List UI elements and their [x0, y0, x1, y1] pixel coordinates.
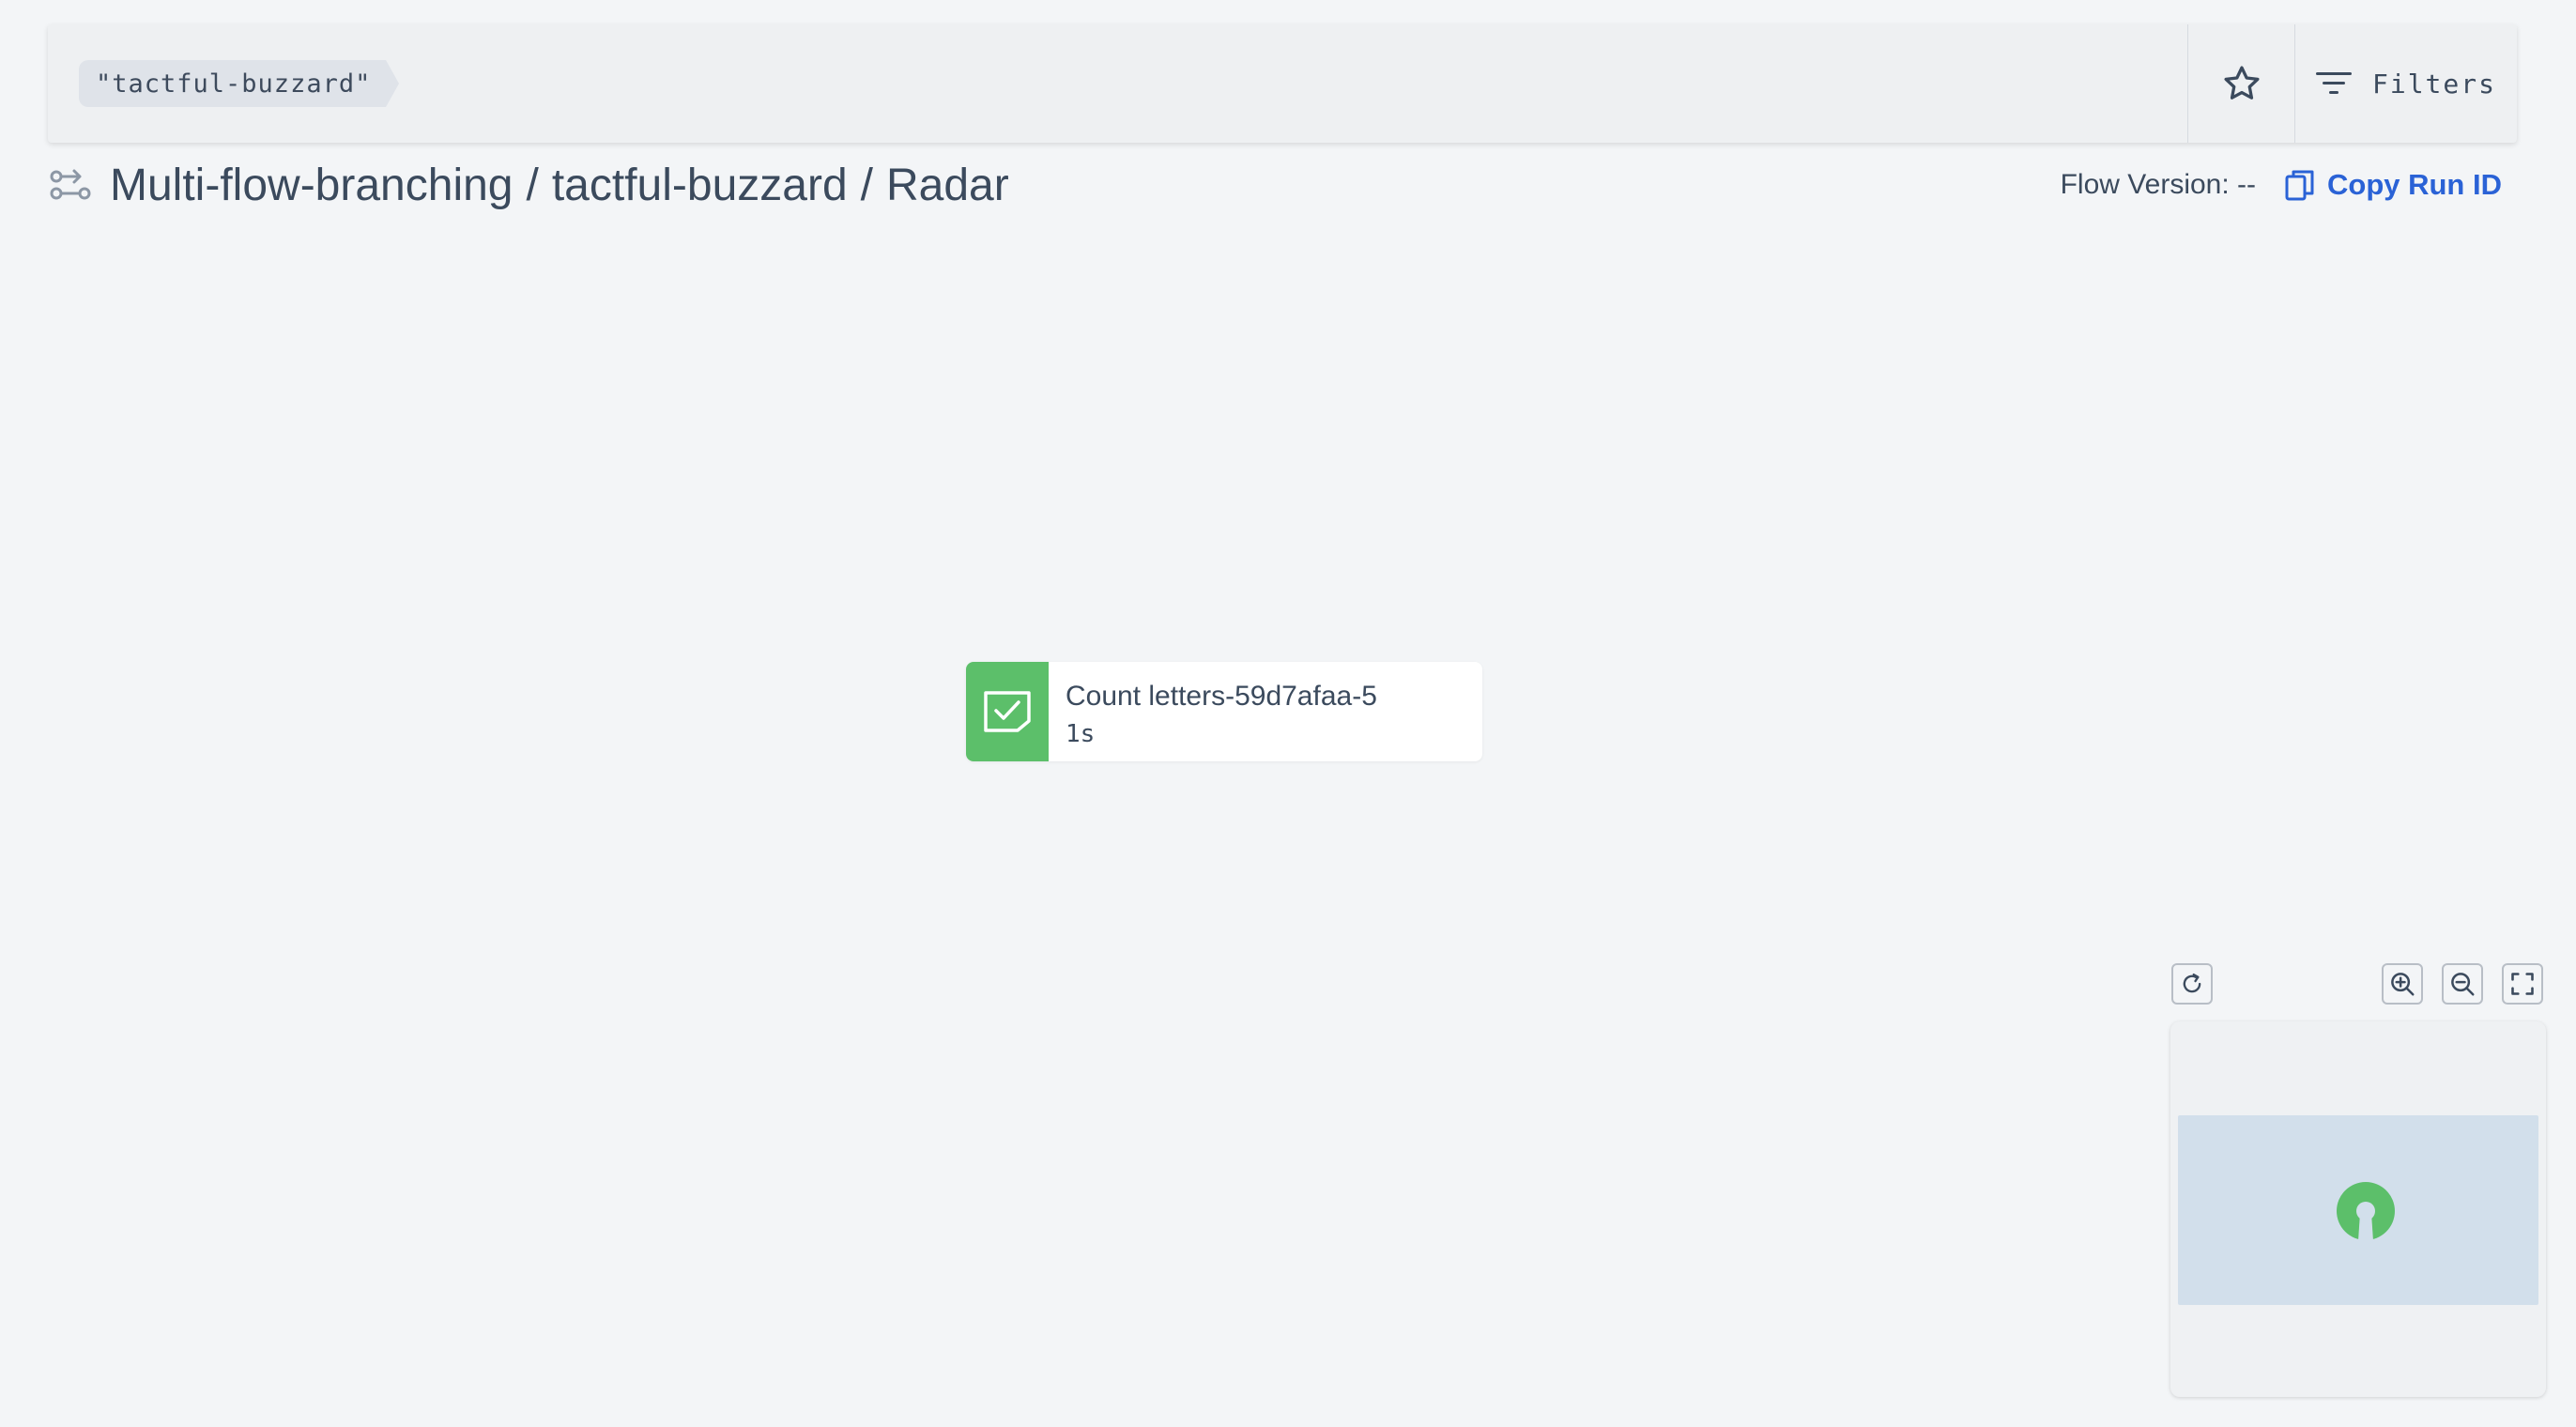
search-chip[interactable]: "tactful-buzzard"	[79, 60, 400, 107]
node-duration: 1s	[1066, 720, 1096, 748]
zoom-out-icon	[2451, 973, 2475, 996]
flow-run-icon	[50, 169, 91, 200]
recenter-button[interactable]	[2171, 963, 2213, 1005]
page-header: Multi-flow-branching / tactful-buzzard /…	[48, 152, 2517, 218]
zoom-in-button[interactable]	[2382, 963, 2423, 1005]
task-run-node[interactable]: Count letters-59d7afaa-5 1s	[966, 662, 1482, 761]
breadcrumb-run[interactable]: tactful-buzzard	[552, 160, 848, 211]
node-title: Count letters-59d7afaa-5	[1066, 681, 1377, 712]
node-status-indicator	[966, 662, 1049, 761]
minimap-viewport[interactable]	[2178, 1115, 2538, 1305]
flow-version: Flow Version: --	[2060, 169, 2256, 200]
search-area[interactable]: "tactful-buzzard"	[48, 24, 2187, 143]
star-icon	[2223, 66, 2260, 100]
fullscreen-button[interactable]	[2502, 963, 2543, 1005]
breadcrumb-view: Radar	[886, 160, 1009, 210]
copy-icon	[2285, 170, 2314, 201]
node-body: Count letters-59d7afaa-5 1s	[1049, 662, 1377, 761]
breadcrumb-flow[interactable]: Multi-flow-branching	[110, 160, 514, 211]
copy-run-id-label: Copy Run ID	[2327, 168, 2502, 201]
breadcrumb-separator: /	[526, 160, 539, 210]
filter-lines-icon	[2315, 72, 2352, 94]
minimap-node-icon	[2337, 1182, 2395, 1241]
check-task-icon	[984, 691, 1031, 732]
copy-run-id-button[interactable]: Copy Run ID	[2284, 168, 2502, 202]
breadcrumb: Multi-flow-branching / tactful-buzzard /…	[110, 160, 1009, 211]
search-bar: "tactful-buzzard" Filters	[48, 24, 2517, 143]
zoom-in-icon	[2391, 973, 2415, 996]
filters-button[interactable]: Filters	[2294, 24, 2517, 143]
favorite-button[interactable]	[2187, 24, 2294, 143]
run-meta: Flow Version: -- Copy Run ID	[2061, 168, 2517, 202]
zoom-out-button[interactable]	[2442, 963, 2483, 1005]
breadcrumb-separator: /	[860, 160, 873, 210]
refresh-icon	[2183, 973, 2201, 993]
filters-label: Filters	[2371, 68, 2496, 100]
fullscreen-icon	[2511, 973, 2534, 995]
minimap[interactable]	[2170, 1021, 2546, 1397]
